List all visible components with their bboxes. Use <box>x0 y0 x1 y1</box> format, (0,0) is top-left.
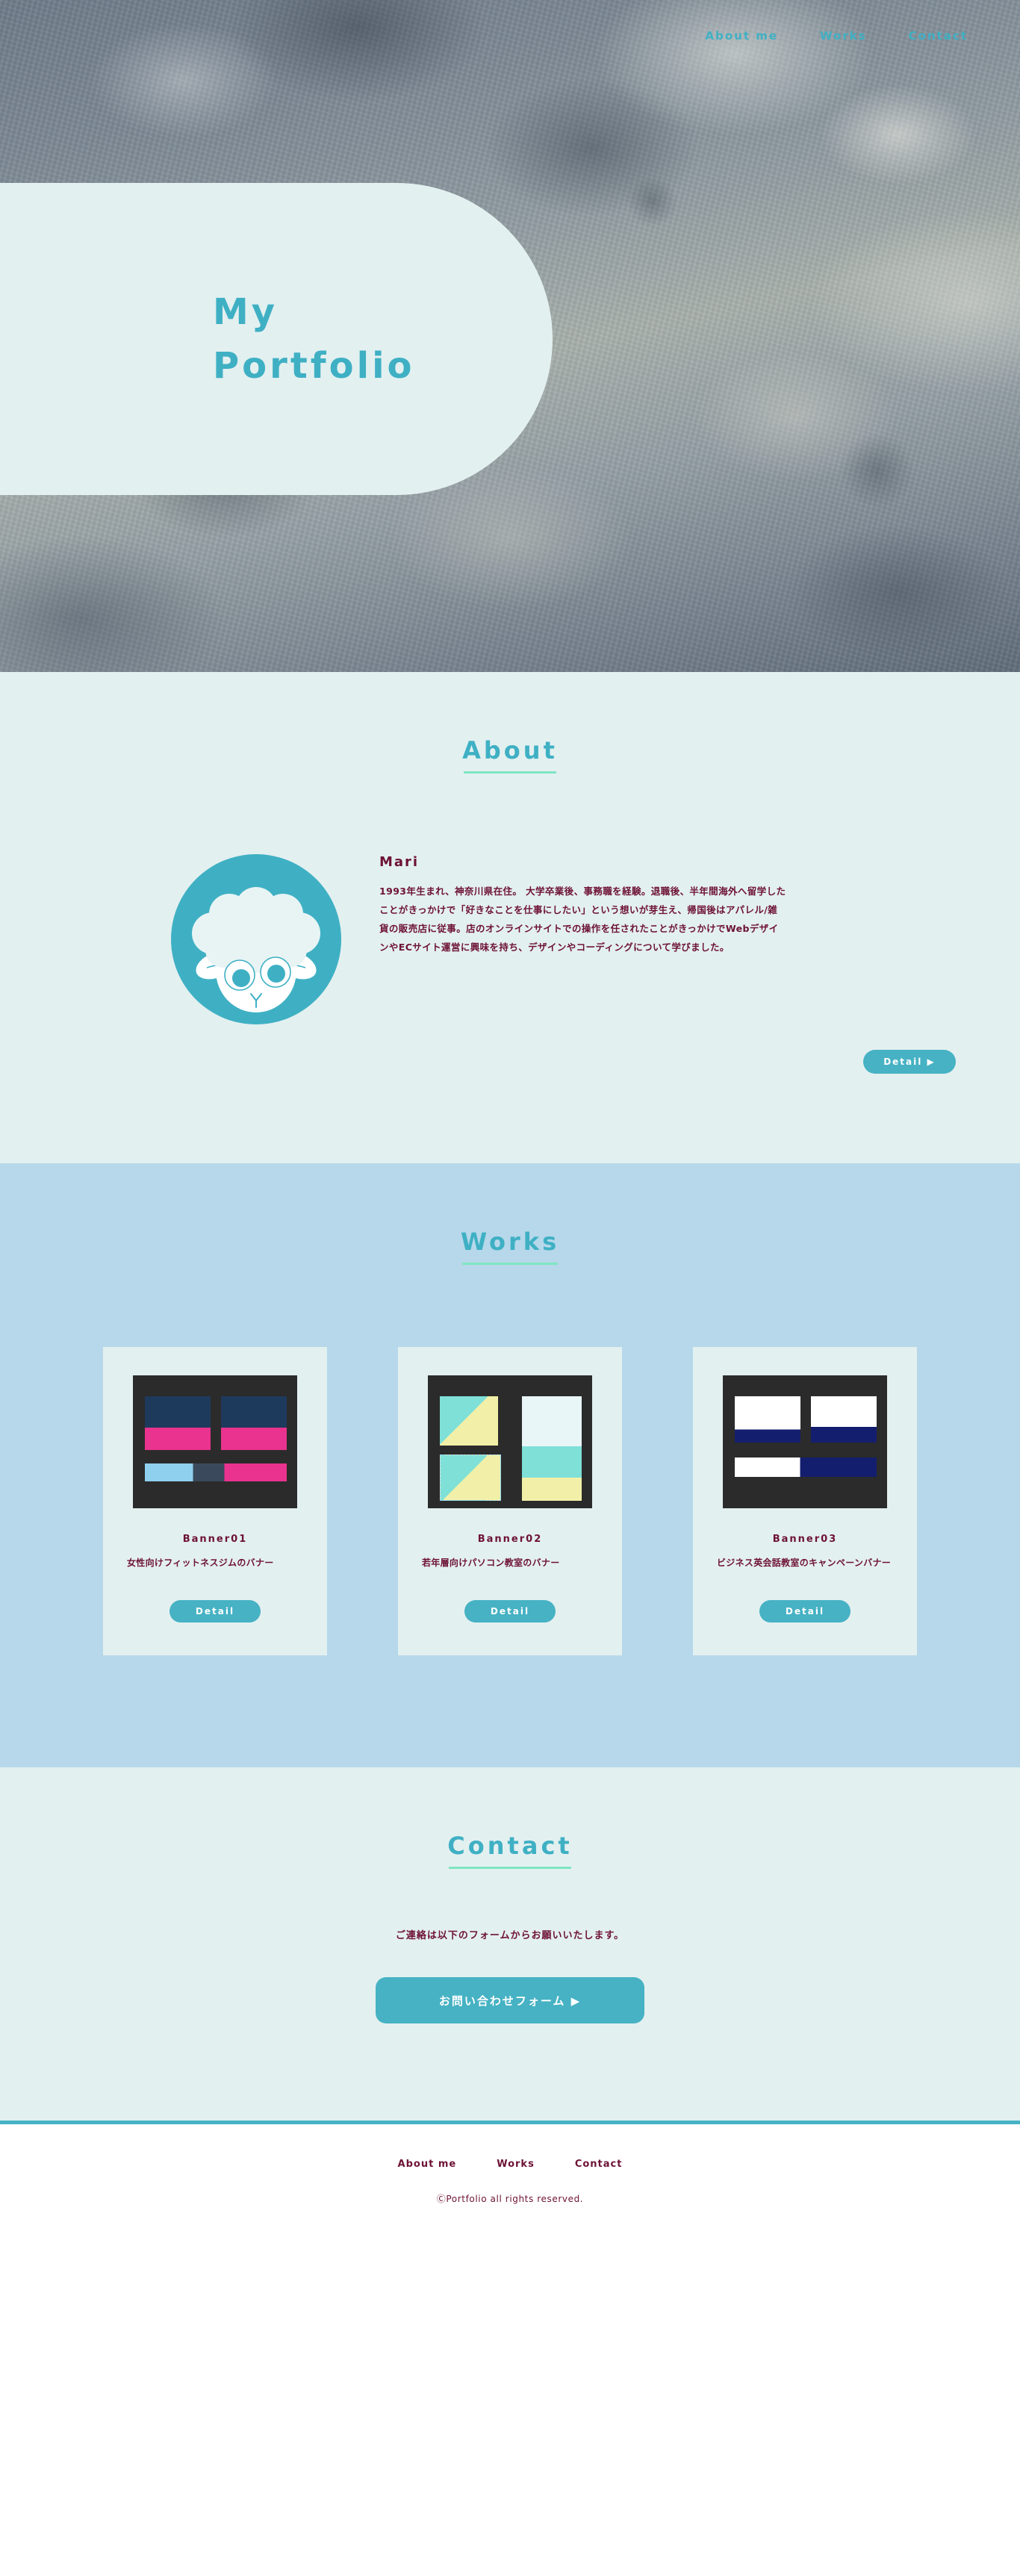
work-card-id: Banner03 <box>772 1534 838 1545</box>
about-button-row: Detail ▶ <box>0 1050 1020 1074</box>
contact-form-button[interactable]: お問い合わせフォーム ▶ <box>376 1977 644 2024</box>
avatar-wrap <box>133 848 379 1024</box>
hero-title-line-2: Portfolio <box>213 345 415 387</box>
work-detail-button[interactable]: Detail <box>464 1600 556 1623</box>
footer-link-works[interactable]: Works <box>497 2159 535 2170</box>
contact-heading-wrap: Contact <box>0 1767 1020 1870</box>
works-heading-wrap: Works <box>0 1163 1020 1265</box>
main-navigation: About me Works Contact <box>0 0 1020 72</box>
hero-section: About me Works Contact My Portfolio <box>0 0 1020 672</box>
about-section: About Mari 1993年生まれ、神奈川県在住。 大学卒業後、事務職を経験… <box>0 672 1020 1163</box>
work-thumbnail: 300*250.png 336*280.png 728*90.png <box>133 1375 297 1508</box>
work-detail-button[interactable]: Detail <box>170 1600 261 1623</box>
copyright-text: ⒸPortfolio all rights reserved. <box>436 2194 584 2205</box>
work-card-desc: ビジネス英会話教室のキャンペーンバナー <box>717 1558 892 1568</box>
nav-link-contact[interactable]: Contact <box>909 29 968 43</box>
footer-navigation: About me Works Contact <box>0 2159 1020 2170</box>
footer: About me Works Contact ⒸPortfolio all ri… <box>0 2124 1020 2233</box>
works-heading: Works <box>461 1228 559 1265</box>
works-card-list: 300*250.png 336*280.png 728*90.png Banne… <box>103 1265 917 1656</box>
work-card[interactable]: 300*250.png 336*280.png 728*90.png Banne… <box>693 1347 917 1656</box>
work-card[interactable]: 300*250.png 336*280.png 300*600.png Bann… <box>398 1347 622 1656</box>
work-card-desc: 女性向けフィットネスジムのバナー <box>127 1558 274 1568</box>
nav-link-works[interactable]: Works <box>820 29 867 43</box>
about-heading-wrap: About <box>0 672 1020 774</box>
nav-link-about-me[interactable]: About me <box>705 29 778 43</box>
work-card-desc: 若年層向けパソコン教室のバナー <box>422 1558 560 1568</box>
about-text-block: Mari 1993年生まれ、神奈川県在住。 大学卒業後、事務職を経験。退職後、半… <box>379 848 887 956</box>
about-content: Mari 1993年生まれ、神奈川県在住。 大学卒業後、事務職を経験。退職後、半… <box>133 774 887 1024</box>
work-thumbnail: 300*250.png 336*280.png 728*90.png <box>723 1375 887 1508</box>
work-card-id: Banner02 <box>477 1534 543 1545</box>
contact-lead-text: ご連絡は以下のフォームからお願いいたします。 <box>395 1930 625 1942</box>
work-card-id: Banner01 <box>182 1534 248 1545</box>
contact-section: Contact ご連絡は以下のフォームからお願いいたします。 お問い合わせフォー… <box>0 1767 1020 2121</box>
sheep-avatar-icon <box>171 854 341 1024</box>
works-section: Works 300*250.png 336*280.png 728*90.png… <box>0 1163 1020 1768</box>
hero-title: My Portfolio <box>213 285 415 393</box>
contact-heading: Contact <box>447 1832 572 1870</box>
footer-link-about-me[interactable]: About me <box>398 2159 457 2170</box>
work-thumbnail: 300*250.png 336*280.png 300*600.png <box>428 1375 592 1508</box>
hero-title-line-1: My <box>213 291 279 333</box>
footer-link-contact[interactable]: Contact <box>575 2159 623 2170</box>
about-heading: About <box>462 736 558 774</box>
about-detail-button[interactable]: Detail ▶ <box>863 1050 956 1074</box>
work-detail-button[interactable]: Detail <box>759 1600 850 1623</box>
work-card[interactable]: 300*250.png 336*280.png 728*90.png Banne… <box>103 1347 327 1656</box>
hero-title-card: My Portfolio <box>0 183 553 495</box>
about-body: 1993年生まれ、神奈川県在住。 大学卒業後、事務職を経験。退職後、半年間海外へ… <box>379 886 786 953</box>
about-name: Mari <box>379 854 420 870</box>
